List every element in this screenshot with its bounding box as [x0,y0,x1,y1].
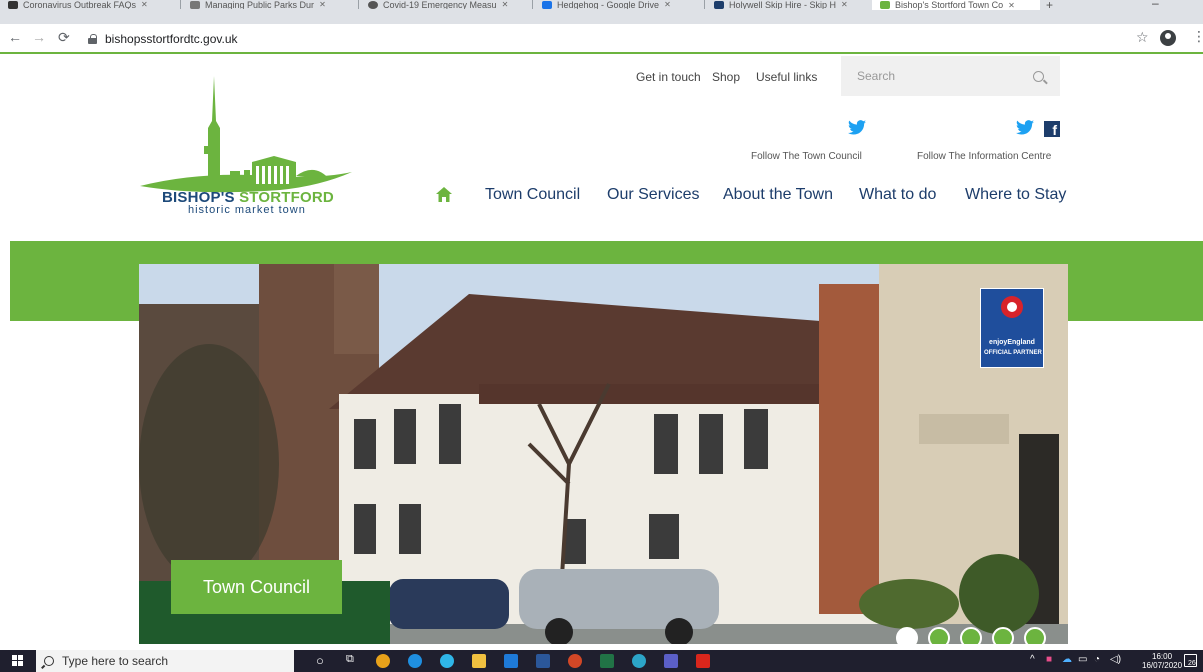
enjoy-england-label: enjoyEngland [989,339,1035,346]
home-icon[interactable] [436,187,452,202]
nav-where-to-stay[interactable]: Where to Stay [965,186,1066,204]
task-view-icon[interactable]: ⧉ [346,653,354,666]
browser-tab[interactable]: Hedgehog - Google Drive ✕ [534,0,702,9]
tab-close-icon[interactable]: ✕ [141,0,148,9]
hero-caption-button[interactable]: Town Council [171,560,342,614]
powerpoint-icon[interactable] [568,654,582,668]
slider-dot[interactable] [896,627,918,644]
teams-icon[interactable] [664,654,678,668]
tab-close-icon[interactable]: ✕ [1008,1,1015,10]
cortana-icon[interactable]: ○ [316,653,324,668]
wifi-icon[interactable]: ◔ [1094,654,1100,665]
follow-information-centre-link[interactable]: Follow The Information Centre [917,151,1051,162]
official-partner-label: OFFICIAL PARTNER [984,350,1042,356]
edge-icon[interactable] [440,654,454,668]
tab-title: Holywell Skip Hire - Skip H [729,0,837,9]
browser-tab[interactable]: Covid-19 Emergency Measu ✕ [360,0,530,9]
useful-links-link[interactable]: Useful links [756,70,817,84]
notification-count: 26 [1188,660,1196,667]
tab-favicon-icon [8,0,18,9]
nav-our-services[interactable]: Our Services [607,186,699,204]
twitter-icon[interactable] [1016,120,1034,135]
tudor-rose-icon [1001,296,1023,318]
facebook-icon[interactable]: f [1044,121,1060,137]
onedrive-icon[interactable]: ☁ [1062,654,1072,665]
tab-favicon-icon [880,1,890,9]
bookmark-star-icon[interactable]: ☆ [1136,29,1149,46]
tab-close-icon[interactable]: ✕ [502,0,509,9]
clock-time: 16:00 [1152,652,1173,661]
tab-favicon-icon [542,0,552,9]
search-icon[interactable] [1033,70,1044,82]
browser-tab[interactable]: Holywell Skip Hire - Skip H ✕ [706,0,870,9]
tab-favicon-icon [368,0,378,9]
tab-title: Hedgehog - Google Drive [557,0,660,9]
browser-tab-strip: Coronavirus Outbreak FAQs ✕ Managing Pub… [0,0,1203,24]
profile-avatar-icon[interactable] [1160,30,1176,46]
windows-start-icon[interactable] [12,655,24,667]
file-explorer-icon[interactable] [472,654,486,668]
tab-close-icon[interactable]: ✕ [319,0,326,9]
outlook-icon[interactable] [504,654,518,668]
word-icon[interactable] [536,654,550,668]
logo-subtitle: historic market town [188,204,306,216]
nav-what-to-do[interactable]: What to do [859,186,936,204]
chrome-icon[interactable] [376,654,390,668]
nav-town-council[interactable]: Town Council [485,186,580,204]
globe-app-icon[interactable] [632,654,646,668]
reload-icon[interactable]: ⟳ [58,29,70,46]
browser-tab[interactable]: Coronavirus Outbreak FAQs ✕ [0,0,178,9]
show-hidden-icons-icon[interactable]: ^ [1030,654,1035,665]
taskbar-clock[interactable]: 16:00 16/07/2020 [1142,652,1182,670]
volume-icon[interactable]: ◁) [1110,654,1121,665]
internet-explorer-icon[interactable] [408,654,422,668]
forward-arrow-icon[interactable]: → [32,29,46,45]
battery-icon[interactable]: ▭ [1078,654,1087,665]
browser-tab[interactable]: Managing Public Parks Dur ✕ [182,0,356,9]
new-tab-icon[interactable]: + [1046,0,1053,12]
get-in-touch-link[interactable]: Get in touch [636,70,701,84]
tab-title: Bishop's Stortford Town Co [895,0,1004,10]
nav-about-the-town[interactable]: About the Town [723,186,833,204]
website-viewport: BISHOP'S STORTFORD historic market town … [0,56,1203,644]
search-icon [44,656,54,666]
minimize-icon[interactable]: – [1152,0,1159,10]
search-placeholder: Search [857,69,896,83]
excel-icon[interactable] [600,654,614,668]
back-arrow-icon[interactable]: ← [8,29,22,45]
lock-icon [88,34,97,44]
twitter-icon[interactable] [848,120,866,135]
tab-title: Managing Public Parks Dur [205,0,315,9]
browser-toolbar: ← → ⟳ bishopsstortfordtc.gov.uk ☆ ⋮ [0,24,1203,54]
browser-menu-icon[interactable]: ⋮ [1192,28,1203,45]
tab-favicon-icon [190,0,200,9]
tab-close-icon[interactable]: ✕ [664,0,671,9]
taskbar-search-placeholder: Type here to search [62,654,169,668]
tab-favicon-icon [714,0,724,9]
slider-dot[interactable] [928,627,950,644]
tab-close-icon[interactable]: ✕ [841,0,848,9]
taskbar-search-input[interactable]: Type here to search [36,650,294,672]
clock-date: 16/07/2020 [1142,661,1183,670]
windows-taskbar: Type here to search ○ ⧉ ^ ■ ☁ ▭ ◔ ◁) 16:… [0,650,1203,672]
site-search-input[interactable]: Search [841,56,1060,96]
follow-town-council-link[interactable]: Follow The Town Council [751,151,862,162]
browser-tab-active[interactable]: Bishop's Stortford Town Co ✕ [872,0,1040,10]
url-text: bishopsstortfordtc.gov.uk [105,32,238,46]
acrobat-icon[interactable] [696,654,710,668]
tray-app-icon[interactable]: ■ [1046,654,1052,665]
shop-link[interactable]: Shop [712,70,740,84]
tab-title: Covid-19 Emergency Measu [383,0,497,9]
slider-dot[interactable] [992,627,1014,644]
slider-dot[interactable] [1024,627,1046,644]
address-bar[interactable]: bishopsstortfordtc.gov.uk [88,30,238,48]
tab-title: Coronavirus Outbreak FAQs [23,0,137,9]
slider-dot[interactable] [960,627,982,644]
